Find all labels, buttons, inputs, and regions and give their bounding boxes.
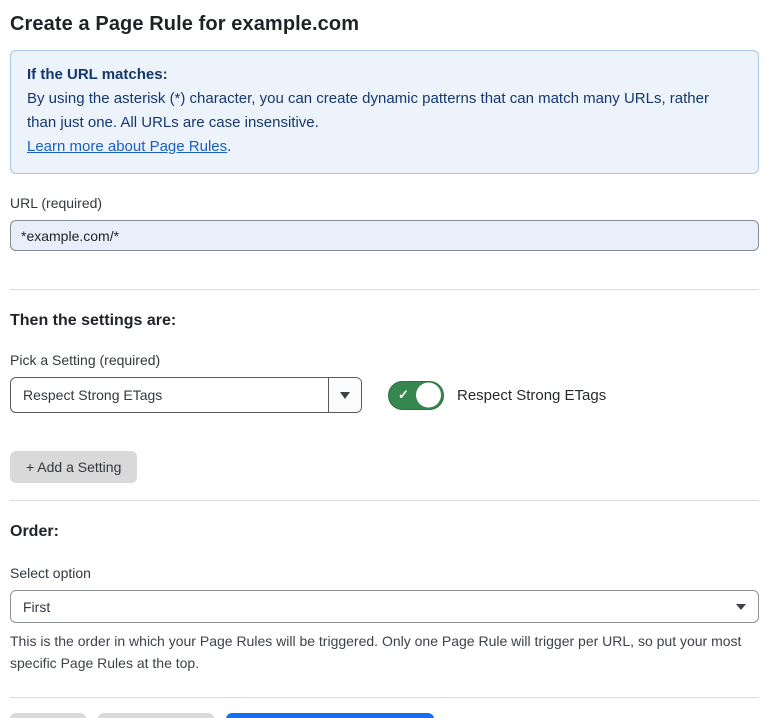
info-box-heading: If the URL matches: (27, 63, 742, 87)
learn-more-link[interactable]: Learn more about Page Rules (27, 138, 227, 155)
pick-setting-label: Pick a Setting (required) (10, 352, 759, 368)
setting-select-arrow-button[interactable] (328, 378, 361, 412)
toggle-knob (416, 383, 441, 408)
page-title: Create a Page Rule for example.com (10, 10, 759, 50)
divider (10, 289, 759, 290)
order-help-text: This is the order in which your Page Rul… (10, 630, 759, 674)
order-select-label: Select option (10, 565, 759, 581)
chevron-down-icon (340, 392, 350, 399)
order-select-value: First (23, 599, 50, 615)
divider (10, 697, 759, 698)
url-field-group: URL (required) (10, 195, 759, 251)
etags-toggle-group: ✓ Respect Strong ETags (388, 381, 606, 410)
link-suffix: . (227, 138, 231, 155)
url-field-label: URL (required) (10, 195, 759, 211)
info-box-body: By using the asterisk (*) character, you… (27, 87, 742, 135)
save-and-deploy-button[interactable]: Save and Deploy Page Rule (226, 713, 434, 718)
create-page-rule-panel: Create a Page Rule for example.com If th… (0, 0, 769, 718)
save-as-draft-button[interactable]: Save as Draft (98, 713, 215, 718)
order-section-heading: Order: (10, 523, 759, 541)
order-select[interactable]: First (10, 590, 759, 623)
url-matches-info-box: If the URL matches: By using the asteris… (10, 50, 759, 174)
setting-select[interactable]: Respect Strong ETags (10, 377, 362, 413)
etags-toggle-label: Respect Strong ETags (457, 387, 606, 404)
setting-row: Respect Strong ETags ✓ Respect Strong ET… (10, 377, 759, 413)
add-setting-button[interactable]: + Add a Setting (10, 451, 137, 483)
check-icon: ✓ (398, 387, 409, 403)
divider (10, 500, 759, 501)
cancel-button[interactable]: Cancel (10, 713, 86, 718)
etags-toggle[interactable]: ✓ (388, 381, 444, 410)
settings-section-heading: Then the settings are: (10, 312, 759, 330)
footer-actions: Cancel Save as Draft Save and Deploy Pag… (10, 713, 759, 718)
setting-select-value: Respect Strong ETags (11, 378, 328, 412)
info-box-link-line: Learn more about Page Rules. (27, 135, 742, 159)
chevron-down-icon (736, 604, 746, 610)
url-input[interactable] (10, 220, 759, 251)
